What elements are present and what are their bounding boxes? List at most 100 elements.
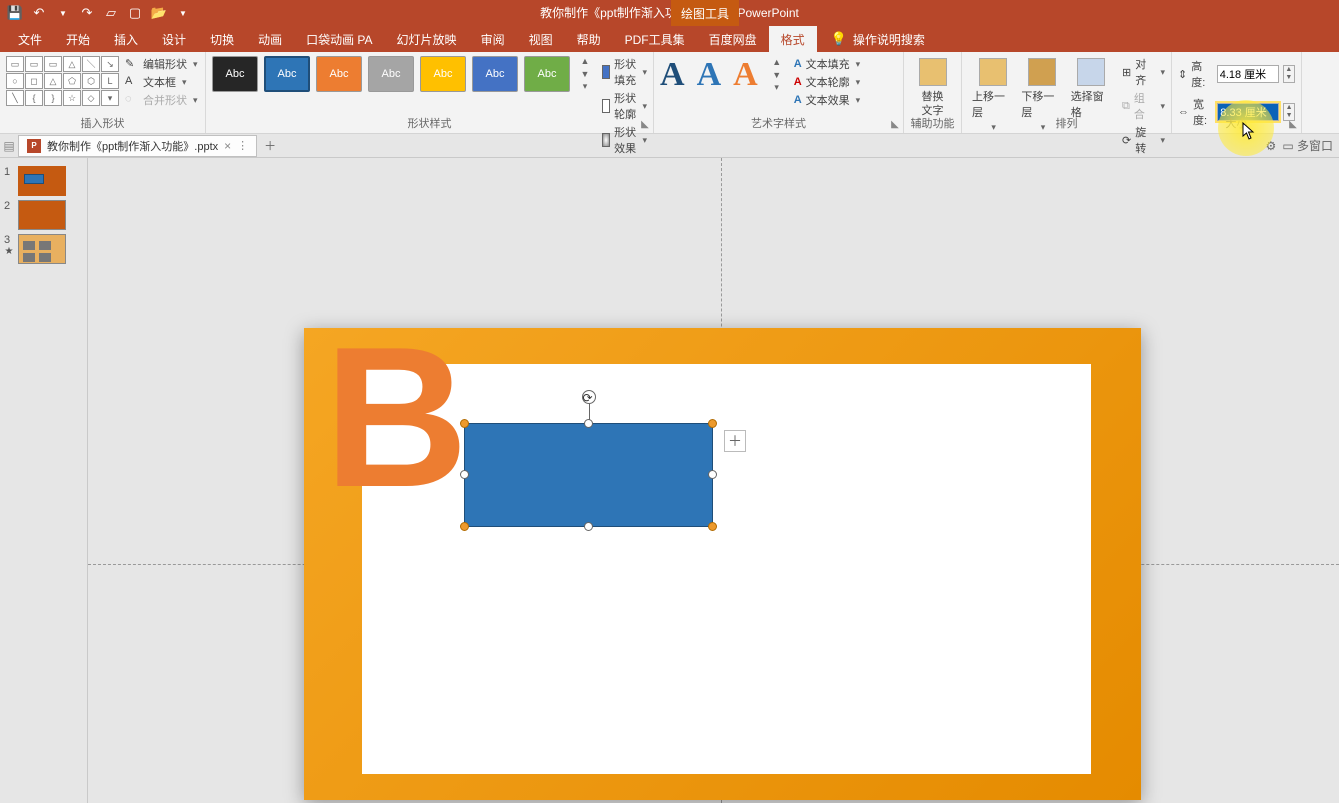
resize-handle-mr[interactable]: [708, 470, 717, 479]
resize-handle-bl[interactable]: [460, 522, 469, 531]
undo-icon[interactable]: ↶: [28, 2, 50, 24]
multi-window-button[interactable]: ▭ 多窗口: [1282, 137, 1333, 154]
tab-slideshow[interactable]: 幻灯片放映: [385, 26, 469, 52]
tell-me-search[interactable]: 💡 操作说明搜索: [831, 26, 925, 52]
size-launcher[interactable]: ◣: [1287, 119, 1299, 131]
style-swatch-7[interactable]: Abc: [524, 56, 570, 92]
doctab-thumb-icon[interactable]: ▤: [2, 139, 16, 153]
group-label-alt: 辅助功能: [904, 115, 961, 131]
resize-handle-tl[interactable]: [460, 419, 469, 428]
lightbulb-icon: 💡: [831, 31, 847, 47]
resize-handle-tr[interactable]: [708, 419, 717, 428]
tab-home[interactable]: 开始: [54, 26, 102, 52]
settings-icon[interactable]: ⚙: [1266, 139, 1277, 153]
tab-transitions[interactable]: 切换: [198, 26, 246, 52]
group-wordart-styles: A A A ▲▼▾ A文本填充▾ A文本轮廓▾ A文本效果▾ 艺术字样式 ◣: [654, 52, 904, 133]
style-swatch-2[interactable]: Abc: [264, 56, 310, 92]
style-swatch-4[interactable]: Abc: [368, 56, 414, 92]
slide-thumb-3[interactable]: 3 ★: [0, 232, 87, 266]
resize-handle-tm[interactable]: [584, 419, 593, 428]
slide-number-1: 1: [4, 166, 14, 196]
text-outline-button[interactable]: A文本轮廓▾: [794, 74, 860, 90]
slide-thumb-1[interactable]: 1: [0, 164, 87, 198]
wordart-gallery-more[interactable]: ▲▼▾: [770, 57, 784, 93]
resize-handle-ml[interactable]: [460, 470, 469, 479]
work-area: 1 2 3 ★ B ⟳: [0, 158, 1339, 803]
height-spinner[interactable]: ▲▼: [1283, 65, 1295, 83]
open-icon[interactable]: 📂: [148, 2, 170, 24]
slide-number-3: 3: [4, 234, 14, 246]
tab-view[interactable]: 视图: [517, 26, 565, 52]
align-button[interactable]: ⊞对齐▾: [1122, 56, 1165, 88]
rotate-icon: ⟳: [1122, 134, 1131, 147]
tab-file[interactable]: 文件: [6, 26, 54, 52]
slide-number-2: 2: [4, 200, 14, 230]
height-input[interactable]: [1217, 65, 1279, 83]
edit-shape-button[interactable]: ✎编辑形状▾: [125, 56, 198, 72]
style-swatch-3[interactable]: Abc: [316, 56, 362, 92]
selection-pane-button[interactable]: 选择窗格: [1067, 56, 1116, 156]
shape-style-gallery[interactable]: Abc Abc Abc Abc Abc Abc Abc ▲▼▾: [212, 56, 592, 92]
height-label: 高度:: [1191, 58, 1212, 90]
slide[interactable]: B ⟳ ＋: [304, 328, 1141, 800]
undo-dropdown-icon[interactable]: ▼: [52, 2, 74, 24]
tab-design[interactable]: 设计: [150, 26, 198, 52]
text-box-button[interactable]: A文本框▾: [125, 74, 198, 90]
send-backward-icon: [1028, 58, 1056, 86]
merge-shapes-button[interactable]: ◌合并形状▾: [125, 92, 198, 108]
slide-thumb-2[interactable]: 2: [0, 198, 87, 232]
tab-insert[interactable]: 插入: [102, 26, 150, 52]
slide-canvas-area[interactable]: B ⟳ ＋: [88, 158, 1339, 803]
outline-icon: [602, 99, 610, 113]
resize-handle-br[interactable]: [708, 522, 717, 531]
group-label-wordart: 艺术字样式: [654, 115, 903, 131]
tab-baidu[interactable]: 百度网盘: [697, 26, 769, 52]
textbox-icon: A: [125, 75, 139, 89]
bring-forward-button[interactable]: 上移一层▾: [968, 56, 1017, 156]
wordart-launcher[interactable]: ◣: [889, 119, 901, 131]
group-shape-styles: Abc Abc Abc Abc Abc Abc Abc ▲▼▾ 形状填充▾ 形状…: [206, 52, 654, 133]
start-from-beginning-icon[interactable]: ▱: [100, 2, 122, 24]
style-swatch-5[interactable]: Abc: [420, 56, 466, 92]
alt-text-button[interactable]: 替换 文字: [910, 56, 955, 120]
save-icon[interactable]: 💾: [4, 2, 26, 24]
selected-rectangle-shape[interactable]: ⟳ ＋: [464, 423, 713, 527]
tab-review[interactable]: 审阅: [469, 26, 517, 52]
shape-plus-button[interactable]: ＋: [724, 430, 746, 452]
title-bar: 💾 ↶ ▼ ↷ ▱ ▢ 📂 ▼ 教你制作《ppt制作渐入功能》.pptx - P…: [0, 0, 1339, 26]
style-gallery-more[interactable]: ▲▼▾: [578, 56, 592, 92]
shapes-gallery[interactable]: ▭▭▭△＼↘ ○◻△⬠⬡L ╲{}☆◇▾: [6, 56, 119, 108]
slide-thumbnails-pane: 1 2 3 ★: [0, 158, 88, 803]
wordart-style-1[interactable]: A: [660, 56, 685, 94]
style-swatch-1[interactable]: Abc: [212, 56, 258, 92]
group-label-insert-shapes: 插入形状: [0, 115, 205, 131]
tab-help[interactable]: 帮助: [565, 26, 613, 52]
shape-styles-launcher[interactable]: ◣: [639, 119, 651, 131]
align-icon: ⊞: [1122, 66, 1131, 79]
tab-animations[interactable]: 动画: [246, 26, 294, 52]
tab-pocket-anim[interactable]: 口袋动画 PA: [294, 26, 384, 52]
group-icon: ⧉: [1122, 100, 1130, 113]
alt-text-icon: [919, 58, 947, 86]
text-effects-button[interactable]: A文本效果▾: [794, 92, 860, 108]
rotation-handle[interactable]: ⟳: [582, 390, 596, 404]
qat-customize-icon[interactable]: ▼: [172, 2, 194, 24]
text-fill-button[interactable]: A文本填充▾: [794, 56, 860, 72]
resize-handle-bm[interactable]: [584, 522, 593, 531]
powerpoint-icon: P: [27, 139, 41, 153]
text-fill-icon: A: [794, 58, 802, 70]
new-icon[interactable]: ▢: [124, 2, 146, 24]
redo-icon[interactable]: ↷: [76, 2, 98, 24]
wordart-style-2[interactable]: A: [697, 56, 722, 94]
style-swatch-6[interactable]: Abc: [472, 56, 518, 92]
wordart-gallery[interactable]: A A A ▲▼▾: [660, 56, 784, 94]
tab-format[interactable]: 格式: [769, 26, 817, 52]
wordart-style-3[interactable]: A: [733, 56, 758, 94]
group-accessibility: 替换 文字 辅助功能: [904, 52, 962, 133]
tab-pdf[interactable]: PDF工具集: [613, 26, 697, 52]
group-label-shape-styles: 形状样式: [206, 115, 653, 131]
height-icon: ⇕: [1178, 68, 1187, 81]
send-backward-button[interactable]: 下移一层▾: [1017, 56, 1066, 156]
shape-fill-button[interactable]: 形状填充▾: [602, 56, 647, 88]
merge-icon: ◌: [125, 93, 139, 107]
